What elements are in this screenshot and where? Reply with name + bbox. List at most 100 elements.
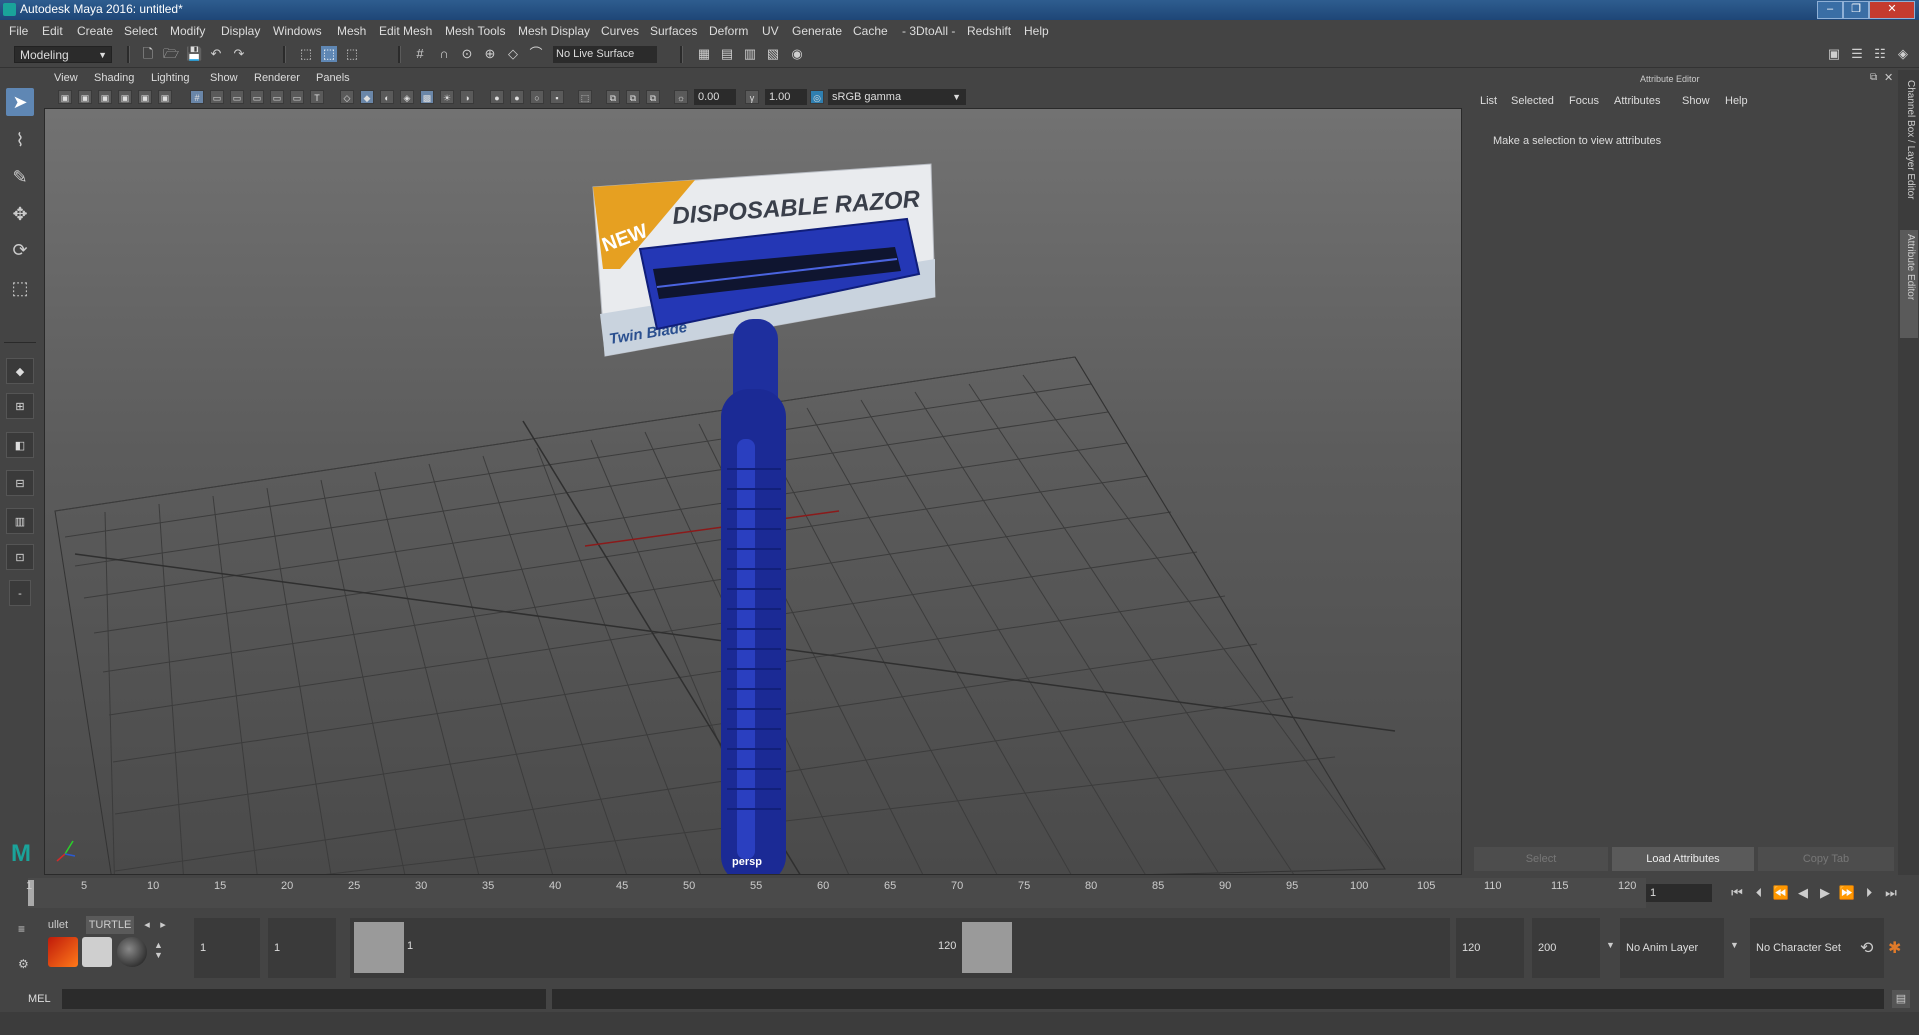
turtle-shader-icon[interactable] (117, 937, 147, 967)
menu-curves[interactable]: Curves (601, 24, 639, 38)
hypershade-icon[interactable]: ◉ (789, 46, 805, 62)
use-default-material-icon[interactable]: ◐ (380, 90, 394, 104)
panel-menu-shading[interactable]: Shading (94, 72, 134, 84)
step-forward-key-icon[interactable]: ⏩ (1838, 884, 1856, 902)
bookmarks-icon[interactable]: ▣ (98, 90, 112, 104)
menu-deform[interactable]: Deform (709, 24, 748, 38)
animation-start-field[interactable]: 1 (194, 918, 260, 978)
shelf-scroll-left-icon[interactable]: ◂ (140, 916, 154, 934)
shelf-tab-turtle[interactable]: TURTLE (86, 916, 134, 934)
x-ray-joints-icon[interactable]: ⧉ (626, 90, 640, 104)
grease-pencil-icon[interactable]: ▣ (158, 90, 172, 104)
shelf-scroll-icon[interactable]: ▲ ▼ (154, 940, 163, 960)
turtle-render-icon[interactable] (48, 937, 78, 967)
shelf-scroll-right-icon[interactable]: ▸ (156, 916, 170, 934)
play-backwards-icon[interactable]: ◀ (1794, 884, 1812, 902)
depth-of-field-icon[interactable]: ▪ (550, 90, 564, 104)
safe-title-icon[interactable]: T (310, 90, 324, 104)
use-all-lights-icon[interactable]: ☀ (440, 90, 454, 104)
select-by-hierarchy-icon[interactable]: ⬚ (298, 46, 314, 62)
grid-toggle-icon[interactable]: # (190, 90, 204, 104)
select-camera-icon[interactable]: ▣ (58, 90, 72, 104)
tab-attribute-editor[interactable]: Attribute Editor (1900, 230, 1918, 338)
playback-start-field[interactable]: 1 (268, 918, 336, 978)
snap-to-curve-icon[interactable]: ∩ (436, 46, 452, 62)
ae-menu-selected[interactable]: Selected (1511, 95, 1554, 107)
step-back-frame-icon[interactable]: ⏴ (1750, 884, 1768, 902)
ae-menu-help[interactable]: Help (1725, 95, 1748, 107)
ae-menu-show[interactable]: Show (1682, 95, 1710, 107)
script-editor-icon[interactable]: ▤ (1892, 990, 1910, 1008)
isolate-select-icon[interactable]: ⬚ (578, 90, 592, 104)
animation-preferences-icon[interactable]: ✱ (1888, 938, 1901, 958)
ae-menu-attributes[interactable]: Attributes (1614, 95, 1660, 107)
view-transform-dropdown[interactable]: sRGB gamma ▼ (828, 89, 966, 105)
range-slider-bar[interactable] (350, 918, 1450, 978)
resolution-gate-icon[interactable]: ▭ (230, 90, 244, 104)
step-back-key-icon[interactable]: ⏪ (1772, 884, 1790, 902)
minimize-button[interactable]: ‒ (1817, 1, 1843, 19)
menu-edit[interactable]: Edit (42, 24, 63, 38)
wireframe-icon[interactable]: ◇ (340, 90, 354, 104)
chevron-down-icon[interactable]: ▼ (1730, 940, 1739, 950)
close-button[interactable]: ✕ (1869, 1, 1915, 19)
exposure-field[interactable]: 0.00 (694, 89, 736, 105)
ae-menu-list[interactable]: List (1480, 95, 1497, 107)
auto-key-icon[interactable]: ⟲ (1860, 938, 1873, 958)
color-management-icon[interactable]: ◎ (810, 90, 824, 104)
range-end-handle[interactable] (962, 922, 1012, 973)
menu-help[interactable]: Help (1024, 24, 1049, 38)
ae-load-attributes-button[interactable]: Load Attributes (1612, 847, 1754, 871)
render-view-icon[interactable]: ▦ (696, 46, 712, 62)
two-d-pan-zoom-icon[interactable]: ▣ (138, 90, 152, 104)
snap-to-projected-center-icon[interactable]: ⊕ (482, 46, 498, 62)
go-to-start-icon[interactable]: ⏮ (1728, 884, 1746, 902)
menu-generate[interactable]: Generate (792, 24, 842, 38)
close-panel-icon[interactable]: ✕ (1884, 71, 1893, 84)
panel-menu-lighting[interactable]: Lighting (151, 72, 190, 84)
menu-select[interactable]: Select (124, 24, 157, 38)
menu-set-dropdown[interactable]: Modeling ▼ (14, 46, 112, 63)
undo-icon[interactable]: ↶ (208, 46, 224, 62)
menu-edit-mesh[interactable]: Edit Mesh (379, 24, 432, 38)
render-settings-icon[interactable]: ▧ (765, 46, 781, 62)
motion-blur-icon[interactable]: ● (510, 90, 524, 104)
make-live-icon[interactable]: ⌒ (528, 46, 544, 62)
tab-channel-box-layer-editor[interactable]: Channel Box / Layer Editor (1902, 80, 1916, 220)
ae-copy-tab-button[interactable]: Copy Tab (1758, 847, 1894, 871)
menu-display[interactable]: Display (221, 24, 260, 38)
lasso-tool-icon[interactable]: ⌇ (6, 126, 34, 154)
film-gate-icon[interactable]: ▭ (210, 90, 224, 104)
anim-layer-dropdown[interactable]: No Anim Layer (1620, 918, 1724, 978)
step-forward-frame-icon[interactable]: ⏵ (1860, 884, 1878, 902)
current-frame-field[interactable]: 1 (1646, 884, 1712, 902)
single-perspective-layout-icon[interactable]: ◆ (6, 358, 34, 384)
menu-file[interactable]: File (9, 24, 28, 38)
collapse-layouts-icon[interactable]: - (9, 580, 31, 606)
paint-select-tool-icon[interactable]: ✎ (6, 163, 34, 191)
smooth-shade-icon[interactable]: ◆ (360, 90, 374, 104)
chevron-down-icon[interactable]: ▼ (1606, 940, 1615, 950)
menu-mesh[interactable]: Mesh (337, 24, 366, 38)
menu-cache[interactable]: Cache (853, 24, 888, 38)
menu-create[interactable]: Create (77, 24, 113, 38)
menu-mesh-tools[interactable]: Mesh Tools (445, 24, 505, 38)
wireframe-on-shaded-icon[interactable]: ◈ (400, 90, 414, 104)
range-start-handle[interactable] (354, 922, 404, 973)
x-ray-components-icon[interactable]: ⧉ (646, 90, 660, 104)
snap-to-grid-icon[interactable]: # (412, 46, 428, 62)
panel-menu-renderer[interactable]: Renderer (254, 72, 300, 84)
playback-end-field[interactable]: 120 (1456, 918, 1524, 978)
gate-mask-icon[interactable]: ▭ (250, 90, 264, 104)
shelf-tab-bullet[interactable]: ullet (40, 916, 76, 934)
menu-mesh-display[interactable]: Mesh Display (518, 24, 590, 38)
panel-menu-show[interactable]: Show (210, 72, 238, 84)
ipr-render-icon[interactable]: ▥ (742, 46, 758, 62)
shelf-settings-icon[interactable]: ⚙ (18, 957, 34, 971)
play-forwards-icon[interactable]: ▶ (1816, 884, 1834, 902)
animation-end-field[interactable]: 200 (1532, 918, 1600, 978)
menu-redshift[interactable]: Redshift (967, 24, 1011, 38)
hypershade-layout-icon[interactable]: ⊡ (6, 544, 34, 570)
scale-tool-icon[interactable]: ⬚ (6, 274, 34, 302)
maximize-button[interactable]: ❐ (1843, 1, 1869, 19)
